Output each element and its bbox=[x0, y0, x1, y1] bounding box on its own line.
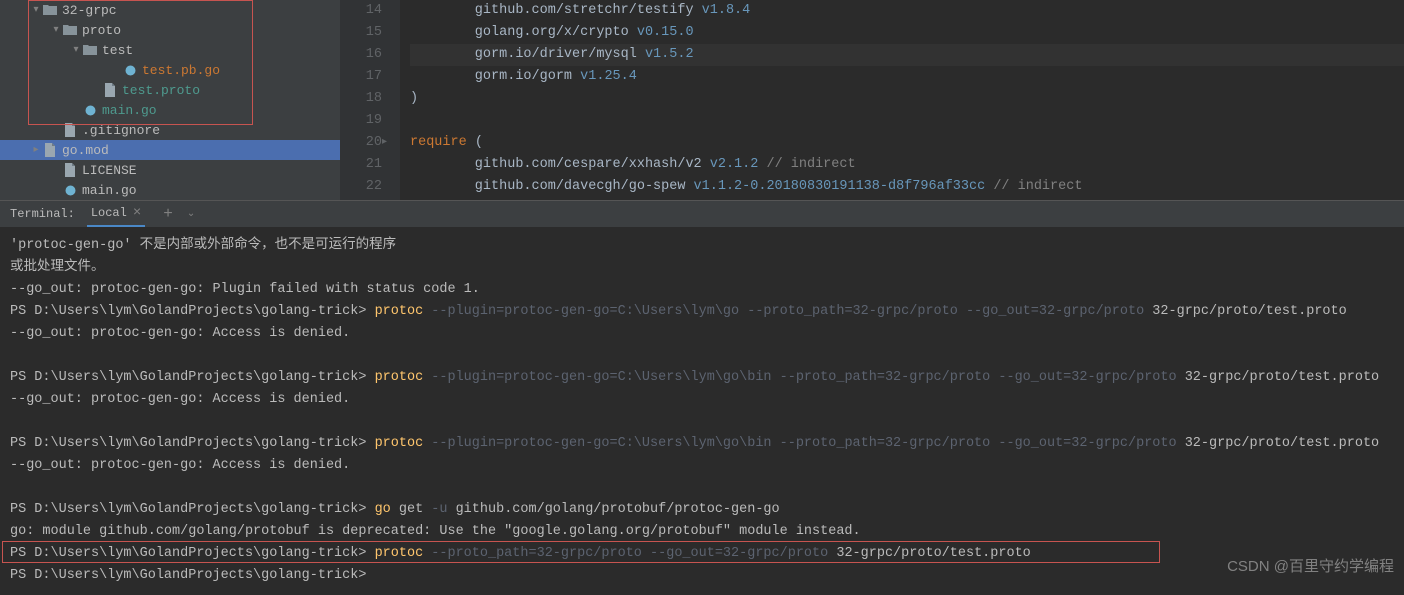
code-line[interactable]: ) bbox=[410, 88, 1404, 110]
tree-arrow-icon[interactable]: ▸ bbox=[30, 144, 42, 156]
terminal-line: --go_out: protoc-gen-go: Plugin failed w… bbox=[10, 279, 1394, 301]
tree-item-32-grpc[interactable]: ▾ 32-grpc bbox=[0, 0, 340, 20]
terminal-line: --go_out: protoc-gen-go: Access is denie… bbox=[10, 455, 1394, 477]
tree-label: test bbox=[102, 43, 133, 58]
terminal-tab-local[interactable]: Local × bbox=[87, 201, 145, 227]
tree-item-test[interactable]: ▾ test bbox=[0, 40, 340, 60]
go-icon bbox=[62, 182, 78, 198]
code-line[interactable]: ▸require ( bbox=[410, 132, 1404, 154]
tree-label: 32-grpc bbox=[62, 3, 117, 18]
code-line[interactable]: golang.org/x/crypto v0.15.0 bbox=[410, 22, 1404, 44]
terminal-line: PS D:\Users\lym\GolandProjects\golang-tr… bbox=[10, 433, 1394, 455]
folder-icon bbox=[62, 22, 78, 38]
terminal-line: PS D:\Users\lym\GolandProjects\golang-tr… bbox=[10, 543, 1394, 565]
editor-content[interactable]: github.com/stretchr/testify v1.8.4 golan… bbox=[400, 0, 1404, 200]
watermark: CSDN @百里守约学编程 bbox=[1227, 555, 1394, 576]
tree-item-test-pb-go[interactable]: test.pb.go bbox=[0, 60, 340, 80]
terminal-line: PS D:\Users\lym\GolandProjects\golang-tr… bbox=[10, 301, 1394, 323]
tree-label: main.go bbox=[102, 103, 157, 118]
terminal-tab-label: Local bbox=[91, 206, 127, 220]
close-icon[interactable]: × bbox=[133, 205, 141, 221]
terminal-line: 或批处理文件。 bbox=[10, 257, 1394, 279]
tree-label: proto bbox=[82, 23, 121, 38]
tree-label: .gitignore bbox=[82, 123, 160, 138]
code-line[interactable] bbox=[410, 110, 1404, 132]
tree-item-proto[interactable]: ▾ proto bbox=[0, 20, 340, 40]
tree-arrow-icon[interactable]: ▾ bbox=[70, 44, 82, 56]
terminal-line bbox=[10, 345, 1394, 367]
code-line[interactable]: github.com/davecgh/go-spew v1.1.2-0.2018… bbox=[410, 176, 1404, 198]
proto-icon bbox=[42, 142, 58, 158]
tree-label: LICENSE bbox=[82, 163, 137, 178]
editor-gutter: 141516171819202122 bbox=[340, 0, 400, 200]
terminal-line: --go_out: protoc-gen-go: Access is denie… bbox=[10, 323, 1394, 345]
tree-label: test.pb.go bbox=[142, 63, 220, 78]
tree-item-go-mod[interactable]: ▸ go.mod bbox=[0, 140, 340, 160]
tree-item-test-proto[interactable]: test.proto bbox=[0, 80, 340, 100]
code-line[interactable]: github.com/stretchr/testify v1.8.4 bbox=[410, 0, 1404, 22]
code-line[interactable]: github.com/cespare/xxhash/v2 v2.1.2 // i… bbox=[410, 154, 1404, 176]
terminal-line bbox=[10, 411, 1394, 433]
terminal-line: PS D:\Users\lym\GolandProjects\golang-tr… bbox=[10, 565, 1394, 587]
terminal-output[interactable]: 'protoc-gen-go' 不是内部或外部命令，也不是可运行的程序或批处理文… bbox=[0, 227, 1404, 595]
tree-item-main-go[interactable]: main.go bbox=[0, 100, 340, 120]
terminal-title: Terminal: bbox=[10, 207, 75, 221]
chevron-down-icon[interactable]: ⌄ bbox=[187, 208, 195, 220]
tree-item--gitignore[interactable]: .gitignore bbox=[0, 120, 340, 140]
code-line[interactable]: gorm.io/driver/mysql v1.5.2 bbox=[410, 44, 1404, 66]
terminal-line bbox=[10, 477, 1394, 499]
go-icon bbox=[82, 102, 98, 118]
code-line[interactable]: gorm.io/gorm v1.25.4 bbox=[410, 66, 1404, 88]
proto-icon bbox=[62, 162, 78, 178]
tree-label: go.mod bbox=[62, 143, 109, 158]
folder-icon bbox=[42, 2, 58, 18]
terminal-panel: Terminal: Local × + ⌄ 'protoc-gen-go' 不是… bbox=[0, 200, 1404, 595]
terminal-line: PS D:\Users\lym\GolandProjects\golang-tr… bbox=[10, 367, 1394, 389]
go-icon bbox=[122, 62, 138, 78]
folder-icon bbox=[82, 42, 98, 58]
proto-icon bbox=[62, 122, 78, 138]
terminal-line: --go_out: protoc-gen-go: Access is denie… bbox=[10, 389, 1394, 411]
terminal-line: 'protoc-gen-go' 不是内部或外部命令，也不是可运行的程序 bbox=[10, 235, 1394, 257]
tree-label: main.go bbox=[82, 183, 137, 198]
tree-arrow-icon[interactable]: ▾ bbox=[30, 4, 42, 16]
terminal-header: Terminal: Local × + ⌄ bbox=[0, 200, 1404, 227]
terminal-line: go: module github.com/golang/protobuf is… bbox=[10, 521, 1394, 543]
plus-icon[interactable]: + bbox=[163, 205, 173, 223]
code-editor[interactable]: 141516171819202122 github.com/stretchr/t… bbox=[340, 0, 1404, 200]
proto-icon bbox=[102, 82, 118, 98]
tree-label: test.proto bbox=[122, 83, 200, 98]
tree-arrow-icon[interactable]: ▾ bbox=[50, 24, 62, 36]
tree-item-main-go[interactable]: main.go bbox=[0, 180, 340, 200]
project-tree[interactable]: ▾32-grpc▾proto▾testtest.pb.gotest.protom… bbox=[0, 0, 340, 200]
tree-item-LICENSE[interactable]: LICENSE bbox=[0, 160, 340, 180]
terminal-line: PS D:\Users\lym\GolandProjects\golang-tr… bbox=[10, 499, 1394, 521]
